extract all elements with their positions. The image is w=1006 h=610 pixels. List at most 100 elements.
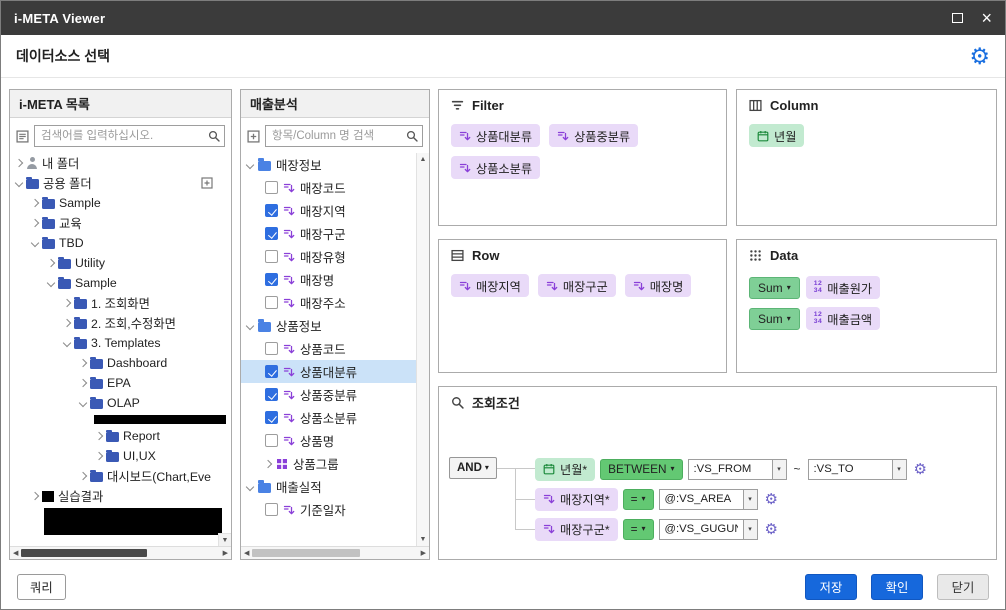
- search-icon[interactable]: [406, 130, 418, 142]
- scroll-down-button[interactable]: ▼: [218, 533, 231, 546]
- chevron-down-icon[interactable]: [79, 399, 87, 407]
- maximize-icon[interactable]: [952, 13, 963, 23]
- chevron-right-icon[interactable]: [63, 319, 71, 327]
- field-row[interactable]: 매장지역: [241, 199, 429, 222]
- row-chip[interactable]: 매장명: [625, 274, 692, 297]
- condition-gear-icon[interactable]: ⚙: [765, 492, 778, 507]
- scroll-up-icon[interactable]: ▲: [420, 156, 427, 163]
- value-dropdown-button[interactable]: ▾: [743, 519, 758, 540]
- field-row[interactable]: 매장유형: [241, 245, 429, 268]
- tree-item-my-folder[interactable]: 내 폴더: [10, 153, 231, 173]
- tree-item-templates[interactable]: 3. Templates: [10, 333, 231, 353]
- operator-dropdown[interactable]: =▾: [623, 489, 654, 510]
- condition-value-input[interactable]: [659, 519, 743, 540]
- condition-gear-icon[interactable]: ⚙: [914, 462, 927, 477]
- checkbox-unchecked[interactable]: [265, 503, 278, 516]
- aggregation-dropdown[interactable]: Sum▾: [749, 277, 800, 299]
- chevron-right-icon[interactable]: [95, 432, 103, 440]
- filter-chip[interactable]: 상품소분류: [451, 156, 540, 179]
- condition-gear-icon[interactable]: ⚙: [765, 522, 778, 537]
- field-row[interactable]: 상품중분류: [241, 383, 429, 406]
- chevron-down-icon[interactable]: [246, 160, 254, 168]
- value-dropdown-button[interactable]: ▾: [743, 489, 758, 510]
- chevron-right-icon[interactable]: [63, 299, 71, 307]
- filter-chip[interactable]: 상품대분류: [451, 124, 540, 147]
- scrollbar-thumb[interactable]: [252, 549, 360, 557]
- condition-value-input[interactable]: [659, 489, 743, 510]
- save-button[interactable]: 저장: [805, 574, 857, 600]
- tree-item-query-screen[interactable]: 1. 조회화면: [10, 293, 231, 313]
- chevron-right-icon[interactable]: [47, 259, 55, 267]
- row-chip[interactable]: 매장지역: [451, 274, 529, 297]
- logic-operator-dropdown[interactable]: AND▾: [449, 457, 497, 479]
- field-row[interactable]: 상품명: [241, 429, 429, 452]
- imeta-search-input[interactable]: [34, 125, 225, 147]
- scroll-down-icon[interactable]: ▼: [222, 537, 229, 544]
- checkbox-unchecked[interactable]: [265, 181, 278, 194]
- scroll-right-icon[interactable]: ▶: [223, 550, 228, 557]
- tree-item-sample2[interactable]: Sample: [10, 273, 231, 293]
- field-row-product-group[interactable]: 상품그룹: [241, 452, 429, 475]
- close-dialog-button[interactable]: 닫기: [937, 574, 989, 600]
- checkbox-checked[interactable]: [265, 273, 278, 286]
- field-row[interactable]: 매장주소: [241, 291, 429, 314]
- checkbox-checked[interactable]: [265, 227, 278, 240]
- tree-item-olap[interactable]: OLAP: [10, 393, 231, 413]
- tree-item-education[interactable]: 교육: [10, 213, 231, 233]
- aggregation-dropdown[interactable]: Sum▾: [749, 308, 800, 330]
- column-search-input[interactable]: [265, 125, 423, 147]
- checkbox-checked[interactable]: [265, 411, 278, 424]
- field-group-product[interactable]: 상품정보: [241, 314, 429, 337]
- field-row[interactable]: 상품소분류: [241, 406, 429, 429]
- chevron-down-icon[interactable]: [15, 179, 23, 187]
- field-row-selected[interactable]: 상품대분류: [241, 360, 429, 383]
- scrollbar-thumb[interactable]: [21, 549, 147, 557]
- field-row[interactable]: 매장코드: [241, 176, 429, 199]
- checkbox-unchecked[interactable]: [265, 250, 278, 263]
- tree-item-report[interactable]: Report: [10, 426, 231, 446]
- chevron-right-icon[interactable]: [95, 452, 103, 460]
- condition-from-input[interactable]: [688, 459, 772, 480]
- measure-chip[interactable]: 1234 매출금액: [806, 307, 880, 330]
- chevron-down-icon[interactable]: [246, 321, 254, 329]
- field-row[interactable]: 상품코드: [241, 337, 429, 360]
- value-dropdown-button[interactable]: ▾: [772, 459, 787, 480]
- tree-item-uiux[interactable]: UI,UX: [10, 446, 231, 466]
- value-dropdown-button[interactable]: ▾: [892, 459, 907, 480]
- row-chip[interactable]: 매장구군: [538, 274, 616, 297]
- checkbox-unchecked[interactable]: [265, 296, 278, 309]
- titlebar[interactable]: i-META Viewer ×: [1, 1, 1005, 35]
- chevron-right-icon[interactable]: [79, 359, 87, 367]
- scroll-left-icon[interactable]: ◀: [244, 550, 249, 557]
- condition-field-chip[interactable]: 매장구군*: [535, 518, 618, 541]
- tree-item-epa[interactable]: EPA: [10, 373, 231, 393]
- tree-item-query-edit-screen[interactable]: 2. 조회,수정화면: [10, 313, 231, 333]
- query-button[interactable]: 쿼리: [17, 574, 66, 600]
- scroll-right-icon[interactable]: ▶: [421, 550, 426, 557]
- checkbox-unchecked[interactable]: [265, 342, 278, 355]
- tree-item-practice-results[interactable]: 실습결과: [10, 486, 231, 506]
- tree-item-dashboard-chart[interactable]: 대시보드(Chart,Eve: [10, 466, 231, 486]
- chevron-right-icon[interactable]: [79, 472, 87, 480]
- chevron-right-icon[interactable]: [264, 459, 272, 467]
- horizontal-scrollbar[interactable]: ◀ ▶: [10, 546, 231, 559]
- column-chip[interactable]: 년월: [749, 124, 804, 147]
- chevron-down-icon[interactable]: [63, 339, 71, 347]
- checkbox-checked[interactable]: [265, 388, 278, 401]
- field-row[interactable]: 매장구군: [241, 222, 429, 245]
- search-icon[interactable]: [208, 130, 220, 142]
- tree-item-tbd[interactable]: TBD: [10, 233, 231, 253]
- chevron-right-icon[interactable]: [31, 492, 39, 500]
- confirm-button[interactable]: 확인: [871, 574, 923, 600]
- chevron-down-icon[interactable]: [246, 482, 254, 490]
- chevron-right-icon[interactable]: [79, 379, 87, 387]
- field-row[interactable]: 매장명: [241, 268, 429, 291]
- tree-item-public-folder[interactable]: 공용 폴더: [10, 173, 231, 193]
- checkbox-unchecked[interactable]: [265, 434, 278, 447]
- tree-item-dashboard[interactable]: Dashboard: [10, 353, 231, 373]
- horizontal-scrollbar[interactable]: ◀ ▶: [241, 546, 429, 559]
- operator-dropdown[interactable]: =▾: [623, 519, 654, 540]
- scroll-left-icon[interactable]: ◀: [13, 550, 18, 557]
- measure-chip[interactable]: 1234 매출원가: [806, 276, 880, 299]
- scroll-down-icon[interactable]: ▼: [420, 536, 427, 543]
